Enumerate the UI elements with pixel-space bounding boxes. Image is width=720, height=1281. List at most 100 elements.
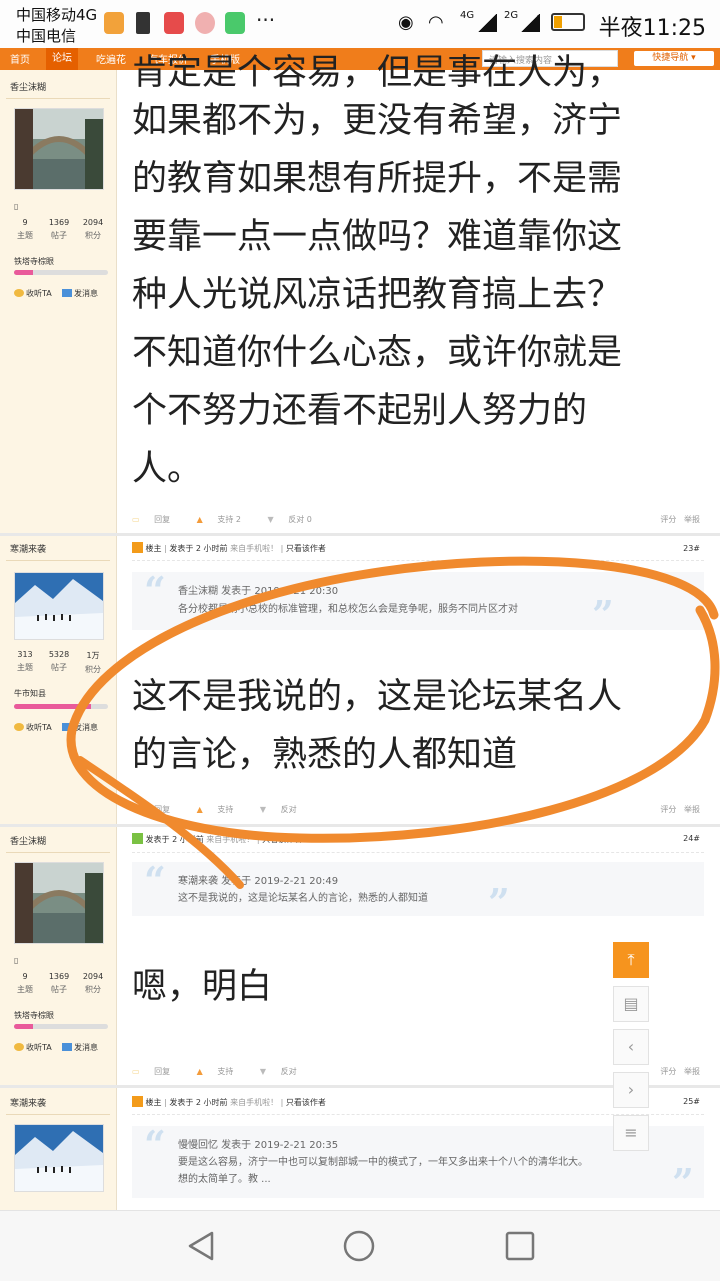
- reply-button[interactable]: ▭ 回复: [132, 805, 182, 814]
- battery-icon: [551, 13, 585, 31]
- divider: [132, 560, 704, 561]
- stat-credits-label: 积分: [85, 231, 101, 240]
- only-author-link[interactable]: 只看该作者: [262, 835, 302, 844]
- net2-label: 2G: [504, 10, 519, 21]
- oppose-button[interactable]: ▼ 反对 0: [268, 515, 324, 524]
- username[interactable]: 香尘沫糊: [10, 80, 46, 93]
- next-page-button[interactable]: ›: [613, 1072, 649, 1108]
- message-label: 发消息: [74, 723, 98, 732]
- rank-progress-bar: [14, 270, 108, 275]
- support-button[interactable]: ▲ 支持 2: [197, 515, 253, 524]
- floor-number[interactable]: 25#: [683, 1097, 700, 1106]
- report-button[interactable]: 举报: [684, 515, 700, 524]
- post-1-line: 不知道你什么心态，或许你就是: [132, 333, 623, 373]
- oppose-label: 反对: [280, 805, 297, 814]
- stat-credits[interactable]: 1万 积分: [78, 650, 108, 675]
- floor-number[interactable]: 23#: [683, 544, 700, 553]
- post-2-line: 这不是我说的，这是论坛某名人: [132, 677, 623, 717]
- only-author-link[interactable]: 只看该作者: [286, 544, 326, 553]
- chevron-right-icon: ›: [627, 1080, 635, 1099]
- stat-posts-value: 1369: [48, 218, 70, 227]
- follow-button[interactable]: 收听TA: [14, 288, 52, 299]
- stat-posts[interactable]: 5328 帖子: [44, 650, 74, 673]
- post-time: 发表于 2 小时前: [169, 544, 228, 553]
- reply-button[interactable]: ▭ 回复: [132, 1067, 182, 1076]
- stat-threads-value: 313: [17, 650, 33, 659]
- back-icon[interactable]: [184, 1229, 218, 1263]
- stat-threads[interactable]: 9 主题: [10, 218, 40, 241]
- stat-posts-label: 帖子: [51, 985, 67, 994]
- quote-header: 慢慢回忆 发表于 2019-2-21 20:35: [178, 1140, 339, 1151]
- follow-button[interactable]: 收听TA: [14, 1042, 52, 1053]
- stat-threads[interactable]: 9 主题: [10, 972, 40, 995]
- report-button[interactable]: 举报: [684, 805, 700, 814]
- message-button[interactable]: 发消息: [62, 722, 98, 733]
- close-quote-icon: ”: [672, 1160, 694, 1205]
- menu-float-button[interactable]: ≡: [613, 1115, 649, 1151]
- post-source: 来自手机啦！: [230, 544, 279, 553]
- message-button[interactable]: 发消息: [62, 288, 98, 299]
- back-to-top-button[interactable]: ⤒: [613, 942, 649, 978]
- username[interactable]: 香尘沫糊: [10, 834, 46, 847]
- stat-credits[interactable]: 2094 积分: [78, 972, 108, 995]
- post-1-line: 如果都不为，更没有希望，济宁: [132, 101, 623, 141]
- only-author-link[interactable]: 只看该作者: [286, 1098, 326, 1107]
- post-1-line: 种人光说风凉话把教育搞上去？: [132, 275, 623, 315]
- user-card-hanchao: 寒潮来袭 313 主题 5328 帖子 1万 积分 牛市知县 收听TA 发消息: [0, 536, 116, 826]
- avatar[interactable]: [14, 862, 104, 944]
- thumb-up-icon: ▲: [196, 515, 203, 524]
- rate-button[interactable]: 评分: [660, 1067, 676, 1076]
- nav-forum[interactable]: 论坛: [46, 48, 78, 70]
- stat-threads-label: 主题: [17, 663, 33, 672]
- username[interactable]: 寒潮来袭: [10, 542, 46, 555]
- avatar[interactable]: [14, 572, 104, 640]
- stat-posts-label: 帖子: [51, 231, 67, 240]
- stat-threads-label: 主题: [17, 231, 33, 240]
- stat-credits[interactable]: 2094 积分: [78, 218, 108, 241]
- quote-header: 香尘沫糊 发表于 2019-2-21 20:30: [178, 586, 339, 597]
- user-card-xiangchen: 香尘沫糊 ▯ 9 主题 1369 帖子 2094 积分 铁塔寺棕眼 收听TA 发消息: [0, 70, 116, 530]
- post-4-meta: 楼主 | 发表于 2 小时前 来自手机啦！ | 只看该作者: [132, 1096, 326, 1108]
- nav-home[interactable]: 首页: [10, 51, 30, 66]
- rank-progress-bar: [14, 704, 108, 709]
- stat-posts[interactable]: 1369 帖子: [44, 972, 74, 995]
- oppose-label: 反对: [280, 1067, 297, 1076]
- report-button[interactable]: 举报: [684, 1067, 700, 1076]
- reply-icon: ▭: [132, 515, 140, 524]
- support-label: 支持 2: [217, 515, 241, 524]
- user-rank: 铁塔寺棕眼: [14, 257, 54, 266]
- avatar[interactable]: [14, 1124, 104, 1192]
- avatar[interactable]: [14, 108, 104, 190]
- recents-icon[interactable]: [503, 1229, 537, 1263]
- rank-progress-fill: [14, 704, 92, 709]
- message-label: 发消息: [74, 1043, 98, 1052]
- username[interactable]: 寒潮来袭: [10, 1096, 46, 1109]
- message-button[interactable]: 发消息: [62, 1042, 98, 1053]
- stat-posts[interactable]: 1369 帖子: [44, 218, 74, 241]
- reply-button[interactable]: ▭ 回复: [132, 515, 182, 524]
- floor-number[interactable]: 24#: [683, 834, 700, 843]
- home-icon[interactable]: [342, 1229, 376, 1263]
- user-card-xiangchen-2: 香尘沫糊 ▯ 9 主题 1369 帖子 2094 积分 铁塔寺棕眼 收听TA 发消息: [0, 828, 116, 1084]
- oppose-button[interactable]: ▼ 反对: [260, 1067, 309, 1076]
- previous-page-button[interactable]: ‹: [613, 1029, 649, 1065]
- rate-button[interactable]: 评分: [660, 805, 676, 814]
- nav-food[interactable]: 吃遍花: [96, 51, 126, 66]
- stat-credits-value: 1万: [86, 651, 100, 660]
- rate-button[interactable]: 评分: [660, 515, 676, 524]
- mobile-icon: ▯: [14, 956, 19, 965]
- support-button[interactable]: ▲ 支持: [197, 805, 246, 814]
- stat-threads-value: 9: [22, 218, 28, 227]
- sim-alert-icon: [136, 12, 150, 34]
- follow-icon: [14, 289, 24, 297]
- quote-header: 寒潮来袭 发表于 2019-2-21 20:49: [178, 876, 339, 887]
- reply-float-button[interactable]: ▤: [613, 986, 649, 1022]
- follow-button[interactable]: 收听TA: [14, 722, 52, 733]
- stat-threads[interactable]: 313 主题: [10, 650, 40, 673]
- system-nav-bar: [0, 1210, 720, 1281]
- author-badge-icon: [132, 1096, 143, 1107]
- support-button[interactable]: ▲ 支持: [197, 1067, 246, 1076]
- follow-icon: [14, 723, 24, 731]
- post-time: 发表于 2 小时前: [145, 835, 204, 844]
- oppose-button[interactable]: ▼ 反对: [260, 805, 309, 814]
